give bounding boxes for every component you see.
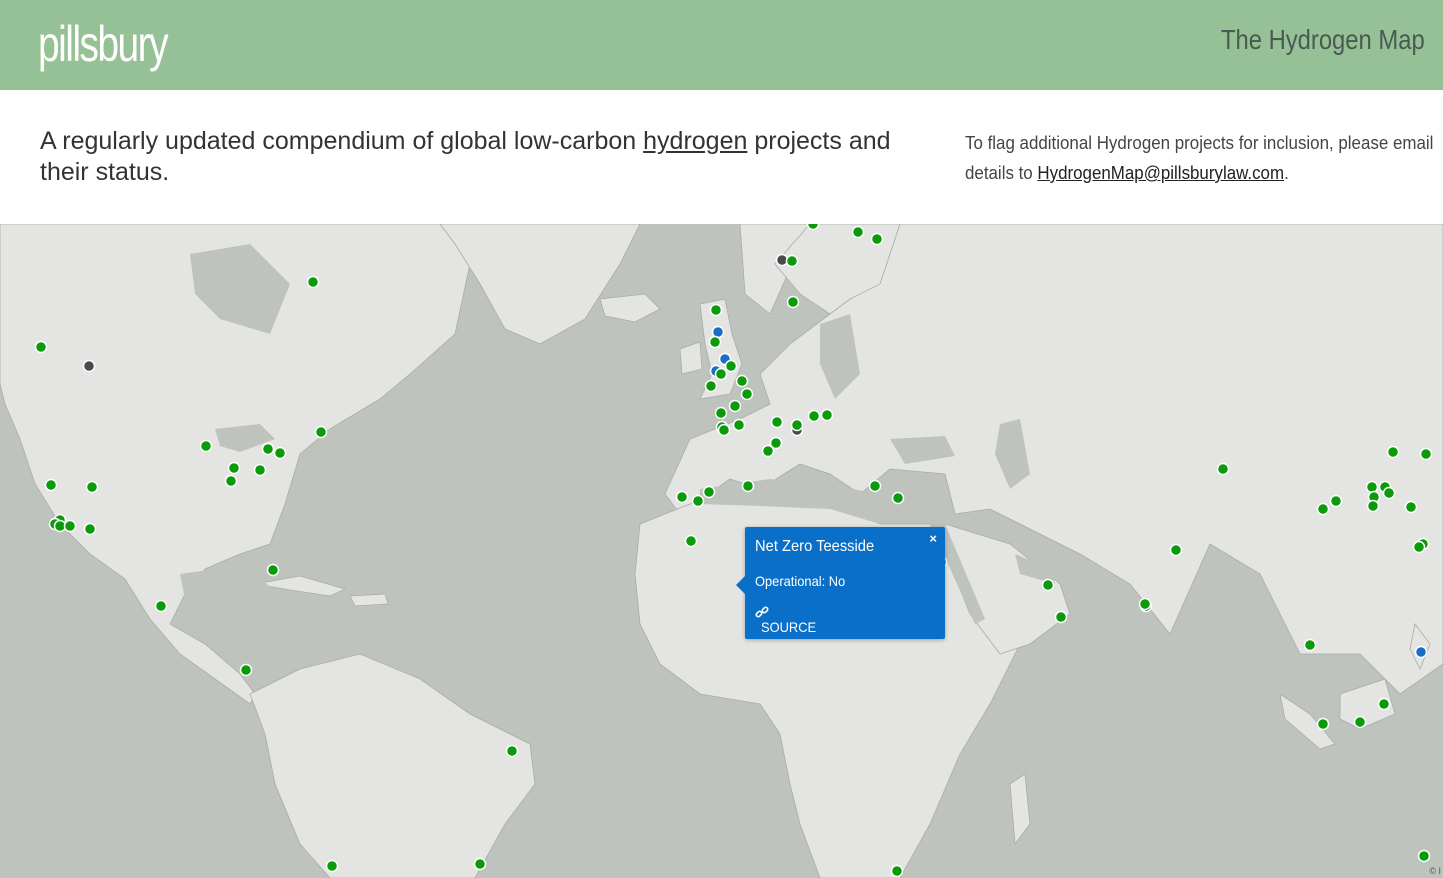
project-marker-green[interactable] <box>820 408 834 422</box>
project-marker-green[interactable] <box>1169 543 1183 557</box>
intro-text: A regularly updated compendium of global… <box>40 126 920 188</box>
project-marker-green[interactable] <box>724 359 738 373</box>
site-title: The Hydrogen Map <box>1221 24 1425 55</box>
project-marker-green[interactable] <box>790 418 804 432</box>
project-marker-gray[interactable] <box>82 359 96 373</box>
project-marker-green[interactable] <box>1054 610 1068 624</box>
map-canvas <box>0 224 1443 878</box>
project-marker-green[interactable] <box>1365 480 1379 494</box>
project-marker-green[interactable] <box>261 442 275 456</box>
intro-text-before: A regularly updated compendium of global… <box>40 127 644 155</box>
project-marker-green[interactable] <box>154 599 168 613</box>
link-icon <box>755 606 769 618</box>
project-marker-green[interactable] <box>239 663 253 677</box>
flag-note-suffix: . <box>1284 163 1289 183</box>
project-marker-green[interactable] <box>44 478 58 492</box>
project-marker-green[interactable] <box>891 491 905 505</box>
project-marker-green[interactable] <box>1412 540 1426 554</box>
project-marker-green[interactable] <box>1216 462 1230 476</box>
popup-source-label: SOURCE <box>761 619 817 635</box>
project-marker-green[interactable] <box>314 425 328 439</box>
hydrogen-link[interactable]: hydrogen <box>643 127 747 155</box>
project-marker-green[interactable] <box>890 864 904 878</box>
map-attribution[interactable]: © I <box>1429 866 1441 876</box>
flag-projects-note: To flag additional Hydrogen projects for… <box>965 128 1434 188</box>
project-marker-green[interactable] <box>85 480 99 494</box>
project-marker-green[interactable] <box>708 335 722 349</box>
project-marker-green[interactable] <box>675 490 689 504</box>
project-marker-green[interactable] <box>1404 500 1418 514</box>
project-marker-green[interactable] <box>851 225 865 239</box>
project-marker-green[interactable] <box>253 463 267 477</box>
project-marker-green[interactable] <box>1138 597 1152 611</box>
project-marker-green[interactable] <box>870 232 884 246</box>
project-marker-green[interactable] <box>325 859 339 873</box>
project-marker-green[interactable] <box>691 494 705 508</box>
project-marker-green[interactable] <box>741 479 755 493</box>
project-marker-green[interactable] <box>1316 502 1330 516</box>
project-marker-green[interactable] <box>273 446 287 460</box>
project-marker-green[interactable] <box>306 275 320 289</box>
project-marker-green[interactable] <box>1316 717 1330 731</box>
email-link[interactable]: HydrogenMap@pillsburylaw.com <box>1037 163 1284 183</box>
project-marker-green[interactable] <box>83 522 97 536</box>
project-marker-green[interactable] <box>684 534 698 548</box>
project-marker-green[interactable] <box>1303 638 1317 652</box>
flag-note-prefix: details to <box>965 163 1038 183</box>
project-marker-green[interactable] <box>714 367 728 381</box>
project-marker-green[interactable] <box>732 418 746 432</box>
project-marker-green[interactable] <box>1329 494 1343 508</box>
project-marker-green[interactable] <box>761 444 775 458</box>
project-marker-green[interactable] <box>1382 486 1396 500</box>
project-marker-green[interactable] <box>473 857 487 871</box>
project-marker-green[interactable] <box>63 519 77 533</box>
project-marker-green[interactable] <box>1419 447 1433 461</box>
project-marker-green[interactable] <box>785 254 799 268</box>
project-marker-green[interactable] <box>709 303 723 317</box>
hispaniola <box>349 593 389 607</box>
header-bar: pillsbury The Hydrogen Map <box>0 0 1443 90</box>
project-marker-green[interactable] <box>702 485 716 499</box>
world-map[interactable]: × Net Zero Teesside Operational: No SOUR… <box>0 224 1443 878</box>
project-marker-green[interactable] <box>199 439 213 453</box>
project-marker-green[interactable] <box>1386 445 1400 459</box>
popup-close-button[interactable]: × <box>929 531 937 546</box>
project-marker-green[interactable] <box>34 340 48 354</box>
project-marker-green[interactable] <box>717 423 731 437</box>
project-marker-green[interactable] <box>266 563 280 577</box>
project-marker-green[interactable] <box>1417 849 1431 863</box>
project-marker-blue[interactable] <box>1414 645 1428 659</box>
project-marker-green[interactable] <box>1041 578 1055 592</box>
project-marker-green[interactable] <box>1377 697 1391 711</box>
flag-note-line1: To flag additional Hydrogen projects for… <box>965 133 1434 153</box>
project-marker-green[interactable] <box>224 474 238 488</box>
project-marker-green[interactable] <box>1366 499 1380 513</box>
project-marker-green[interactable] <box>505 744 519 758</box>
project-marker-green[interactable] <box>227 461 241 475</box>
project-marker-green[interactable] <box>806 224 820 231</box>
pillsbury-logo[interactable]: pillsbury <box>38 14 169 74</box>
project-marker-green[interactable] <box>786 295 800 309</box>
project-marker-green[interactable] <box>728 399 742 413</box>
project-marker-green[interactable] <box>740 387 754 401</box>
project-marker-green[interactable] <box>770 415 784 429</box>
popup-title: Net Zero Teesside <box>755 538 875 555</box>
project-marker-green[interactable] <box>735 374 749 388</box>
project-marker-green[interactable] <box>1353 715 1367 729</box>
popup-status: Operational: No <box>755 573 846 589</box>
popup-source-link[interactable]: SOURCE <box>755 605 821 635</box>
project-popup: × Net Zero Teesside Operational: No SOUR… <box>736 527 945 639</box>
project-marker-green[interactable] <box>868 479 882 493</box>
project-marker-green[interactable] <box>714 406 728 420</box>
project-marker-green[interactable] <box>807 409 821 423</box>
project-marker-green[interactable] <box>704 379 718 393</box>
